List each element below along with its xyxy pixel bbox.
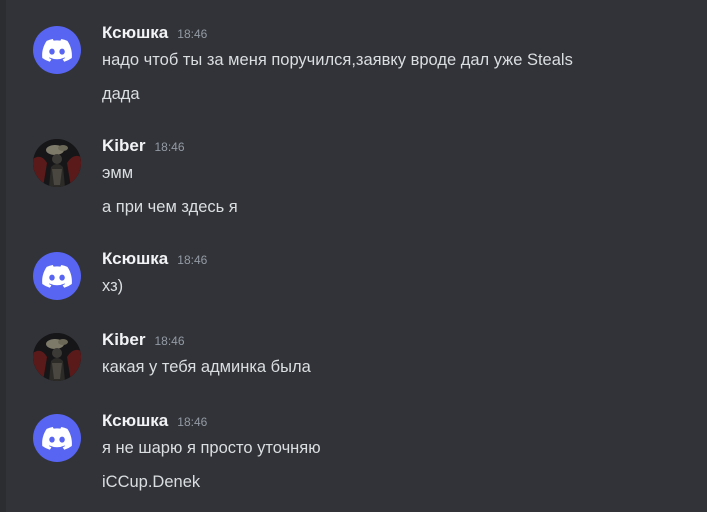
message-text: дада: [102, 85, 140, 103]
user-avatar-image: [33, 333, 81, 381]
timestamp[interactable]: 18:46: [154, 334, 184, 348]
discord-logo-icon: [42, 264, 72, 288]
message-text: я не шарю я просто уточняю: [102, 439, 321, 457]
discord-logo-icon: [42, 38, 72, 62]
message-text: надо чтоб ты за меня поручился,заявку вр…: [102, 51, 573, 69]
message-text: какая у тебя админка была: [102, 358, 311, 376]
username[interactable]: Ксюшка: [102, 23, 168, 43]
message-header: Ксюшка 18:46: [102, 23, 207, 45]
timestamp[interactable]: 18:46: [177, 415, 207, 429]
avatar[interactable]: [33, 333, 81, 381]
message-text: а при чем здесь я: [102, 198, 238, 216]
timestamp[interactable]: 18:46: [177, 253, 207, 267]
username[interactable]: Ксюшка: [102, 411, 168, 431]
message-header: Ксюшка 18:46: [102, 411, 207, 433]
message-text: iCCup.Denek: [102, 473, 201, 491]
avatar[interactable]: [33, 414, 81, 462]
avatar[interactable]: [33, 139, 81, 187]
username[interactable]: Ксюшка: [102, 249, 168, 269]
message-text: эмм: [102, 164, 134, 182]
timestamp[interactable]: 18:46: [177, 27, 207, 41]
discord-logo-icon: [42, 426, 72, 450]
username[interactable]: Kiber: [102, 136, 145, 156]
timestamp[interactable]: 18:46: [154, 140, 184, 154]
avatar[interactable]: [33, 252, 81, 300]
user-avatar-image: [33, 139, 81, 187]
message-header: Kiber 18:46: [102, 330, 185, 352]
message-text: хз): [102, 277, 124, 295]
message-header: Ксюшка 18:46: [102, 249, 207, 271]
message-header: Kiber 18:46: [102, 136, 185, 158]
username[interactable]: Kiber: [102, 330, 145, 350]
left-rail: [0, 0, 6, 512]
avatar[interactable]: [33, 26, 81, 74]
